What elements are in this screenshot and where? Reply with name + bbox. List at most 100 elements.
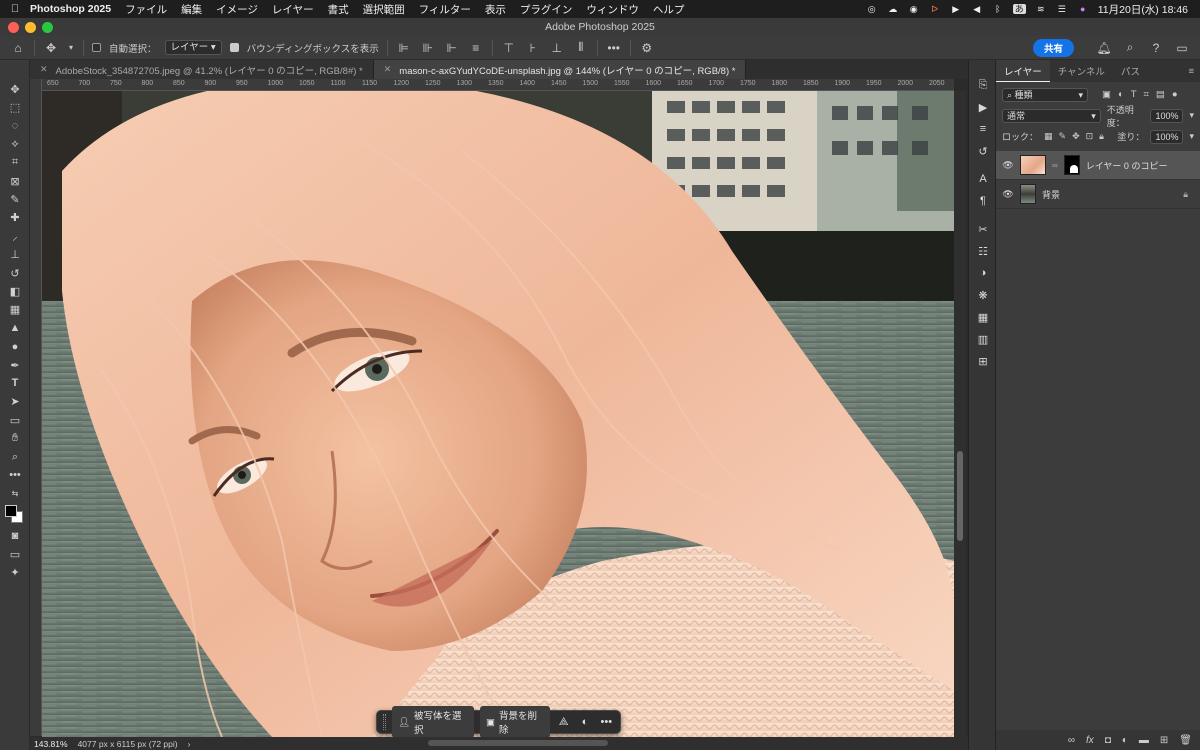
move-tool-icon[interactable]: ✥ [43, 40, 59, 56]
more-options-icon[interactable]: ••• [606, 40, 622, 56]
lock-all-icon[interactable]: 🔒︎ [1099, 131, 1104, 142]
menu-type[interactable]: 書式 [328, 2, 349, 17]
panel-menu-icon[interactable]: ≡ [1188, 66, 1200, 77]
menu-filter[interactable]: フィルター [419, 2, 471, 17]
align-right-icon[interactable]: ⊩ [444, 40, 460, 56]
zoom-window-button[interactable] [42, 22, 53, 33]
adjustment-icon[interactable]: ◐ [577, 716, 592, 728]
tab-layers[interactable]: レイヤー [996, 60, 1050, 82]
menu-edit[interactable]: 編集 [181, 2, 202, 17]
adjustments-icon[interactable]: ◑ [969, 262, 997, 284]
menu-layer[interactable]: レイヤー [272, 2, 314, 17]
brave-icon[interactable]: ᐅ [929, 4, 941, 14]
patterns-icon[interactable]: ⊞ [969, 350, 997, 372]
auto-select-target-dropdown[interactable]: レイヤー ▾ [164, 40, 222, 55]
marquee-tool-icon[interactable]: ⬚ [0, 98, 30, 116]
share-button[interactable]: 共有 [1032, 38, 1074, 57]
actions-play-icon[interactable]: ▶ [969, 96, 997, 118]
filter-shape-icon[interactable]: ⌗ [1144, 89, 1149, 100]
link-icon[interactable]: ∞ [1052, 161, 1058, 170]
close-tab-icon[interactable]: ✕ [384, 64, 392, 75]
new-adjustment-icon[interactable]: ◐ [1122, 735, 1128, 746]
fill-input[interactable]: 100% [1150, 129, 1184, 144]
tool-presets-icon[interactable]: ✂ [969, 218, 997, 240]
eye-icon[interactable]: 👁︎ [1002, 189, 1014, 200]
new-layer-icon[interactable]: ⊞ [1160, 735, 1168, 746]
select-subject-button[interactable]: 👤︎ 被写体を選択 [391, 706, 474, 738]
help-icon[interactable]: ? [1148, 40, 1164, 56]
crop-tool-icon[interactable]: ⌗ [0, 154, 30, 172]
layer-row[interactable]: 👁︎ 背景 🔒︎ [996, 180, 1200, 209]
align-center-h-icon[interactable]: ⊪ [420, 40, 436, 56]
opacity-input[interactable]: 100% [1150, 108, 1184, 123]
clone-stamp-tool-icon[interactable]: ⊥ [0, 246, 30, 264]
object-selection-tool-icon[interactable]: ⟡ [0, 135, 30, 153]
properties-icon[interactable]: ☷ [969, 240, 997, 262]
new-group-icon[interactable]: ▬ [1139, 735, 1149, 746]
paragraph-icon[interactable]: ¶ [969, 190, 997, 212]
quick-mask-icon[interactable]: ◙ [0, 527, 30, 545]
lock-artboard-icon[interactable]: ⊡ [1086, 131, 1094, 142]
tab-paths[interactable]: パス [1113, 60, 1148, 82]
app-menu[interactable]: Photoshop 2025 [30, 3, 111, 15]
color-swatches[interactable] [0, 503, 30, 527]
type-tool-icon[interactable]: T [0, 374, 30, 392]
auto-select-checkbox[interactable] [92, 43, 101, 52]
menu-help[interactable]: ヘルプ [653, 2, 685, 17]
align-bottom-icon[interactable]: ⊥ [549, 40, 565, 56]
menu-image[interactable]: イメージ [216, 2, 258, 17]
generative-icon[interactable]: ✦ [0, 564, 30, 582]
blur-tool-icon[interactable]: ▲ [0, 319, 30, 337]
swap-colors-icon[interactable]: ⇆ [0, 485, 30, 503]
more-options-icon[interactable]: ••• [599, 716, 614, 728]
screen-mode-icon[interactable]: ▭ [0, 545, 30, 563]
align-top-icon[interactable]: ⊤ [501, 40, 517, 56]
vertical-scrollbar[interactable] [954, 91, 966, 737]
layer-name[interactable]: 背景 [1042, 188, 1060, 201]
search-icon[interactable]: ⌕ [1122, 40, 1138, 56]
history-brush-icon[interactable]: ↺ [969, 140, 997, 162]
icloud-icon[interactable]: ☁ [887, 4, 899, 14]
menu-plugins[interactable]: プラグイン [520, 2, 573, 17]
siri-icon[interactable]: ● [1077, 4, 1089, 14]
lock-position-icon[interactable]: ✥ [1072, 131, 1080, 142]
align-left-icon[interactable]: ⊫ [396, 40, 412, 56]
blend-mode-dropdown[interactable]: 通常 ▾ [1002, 108, 1101, 123]
layer-mask-thumbnail[interactable] [1063, 155, 1080, 175]
distribute-h-icon[interactable]: ≡ [468, 40, 484, 56]
layer-filter-dropdown[interactable]: ⌕ 種類 ▾ [1002, 87, 1088, 102]
eye-icon[interactable]: 👁︎ [1002, 160, 1014, 171]
menu-window[interactable]: ウィンドウ [586, 2, 639, 17]
add-mask-icon[interactable]: ◘ [1105, 735, 1111, 746]
fx-icon[interactable]: fx [1086, 735, 1094, 746]
ime-indicator[interactable]: あ [1012, 4, 1026, 14]
layer-name[interactable]: レイヤー 0 のコピー [1086, 159, 1168, 172]
hand-tool-icon[interactable]: ✋︎ [0, 429, 30, 447]
bounding-box-checkbox[interactable] [229, 43, 239, 52]
menu-file[interactable]: ファイル [125, 2, 167, 17]
rectangle-tool-icon[interactable]: ▭ [0, 411, 30, 429]
lasso-tool-icon[interactable]: ◌ [0, 117, 30, 135]
chevron-down-icon[interactable]: ▾ [67, 40, 75, 56]
trash-icon[interactable]: 🗑︎ [1179, 735, 1192, 746]
document-tab[interactable]: ✕ AdobeStock_354872705.jpeg @ 41.2% (レイヤ… [30, 60, 374, 79]
chevron-down-icon[interactable]: ▾ [1189, 110, 1194, 121]
layer-comps-icon[interactable]: ≡ [969, 118, 997, 140]
edit-toolbar-icon[interactable]: ••• [0, 466, 30, 484]
layer-row[interactable]: 👁︎ ∞ レイヤー 0 のコピー [996, 151, 1200, 180]
close-tab-icon[interactable]: ✕ [40, 64, 48, 75]
zoom-level[interactable]: 143.81% [34, 739, 68, 749]
dodge-tool-icon[interactable]: ● [0, 337, 30, 355]
tab-channels[interactable]: チャンネル [1050, 60, 1113, 82]
volume-icon[interactable]: ◀ [971, 4, 983, 14]
apple-menu-icon[interactable]:  [0, 3, 30, 15]
filter-pixel-icon[interactable]: ▣ [1102, 89, 1111, 100]
filter-smart-object-icon[interactable]: ▤ [1156, 89, 1165, 100]
lock-pixels-icon[interactable]: ✎ [1059, 131, 1067, 142]
remove-background-button[interactable]: ▣ 背景を削除 [480, 706, 550, 738]
move-tool-icon[interactable]: ✥ [0, 80, 30, 98]
bluetooth-icon[interactable]: ᛒ [992, 4, 1004, 14]
character-icon[interactable]: A [969, 168, 997, 190]
home-icon[interactable]: ⌂ [10, 40, 26, 56]
horizontal-scrollbar[interactable] [428, 740, 608, 746]
